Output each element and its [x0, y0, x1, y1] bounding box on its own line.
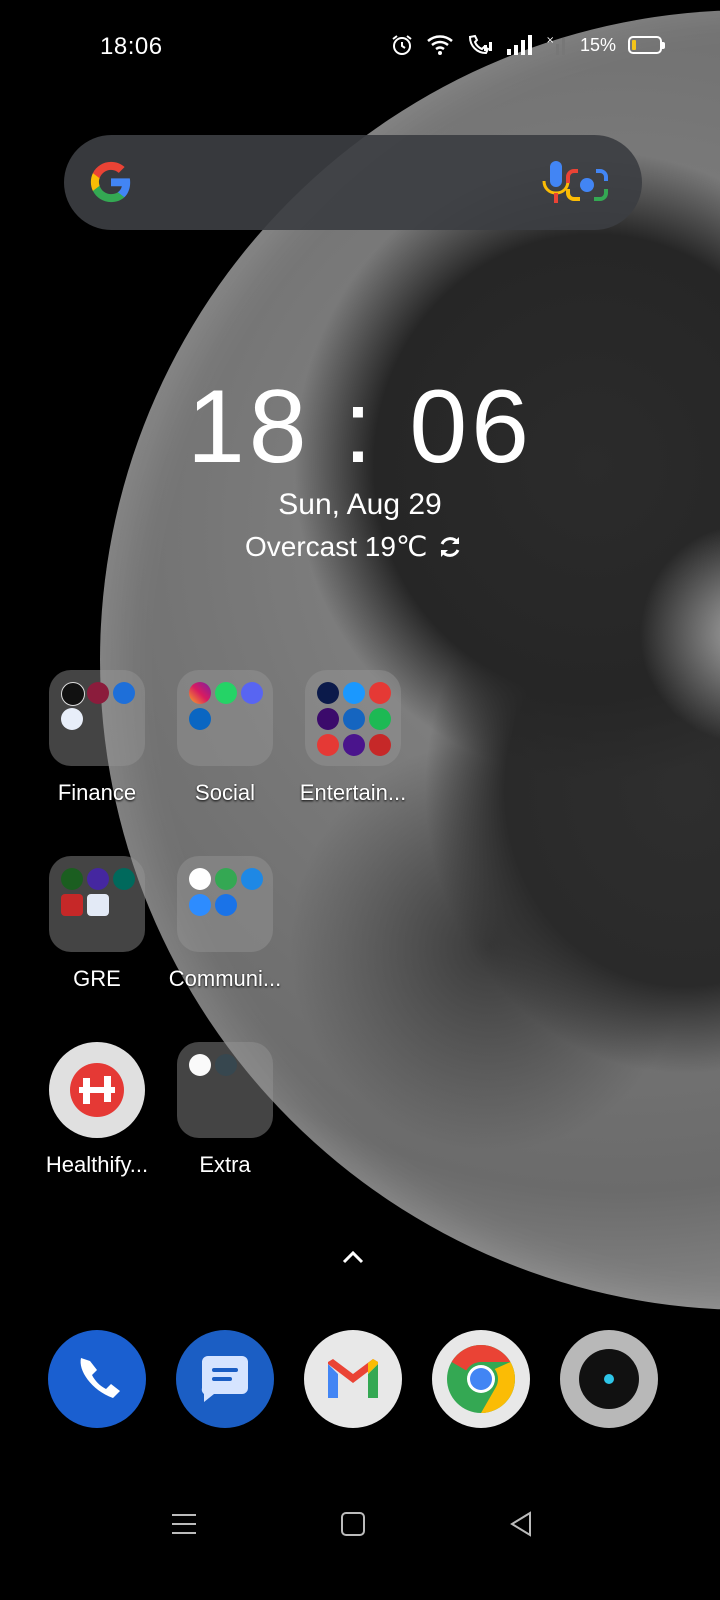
clock-time[interactable]: 18 : 06 — [0, 368, 720, 487]
healthify-logo — [70, 1063, 124, 1117]
gre-app-icon — [87, 868, 109, 890]
lens-icon[interactable] — [566, 165, 608, 205]
zoom-icon — [189, 894, 211, 916]
battery-level — [632, 40, 636, 50]
chrome-icon — [447, 1345, 515, 1413]
folder-social[interactable]: Social — [161, 670, 289, 806]
clock-date: Sun, Aug 29 — [278, 488, 442, 521]
axis-bank-icon — [87, 682, 109, 704]
hotstar-icon — [317, 682, 339, 704]
app-label: Finance — [57, 780, 137, 805]
status-bar: 18:06 × 15% — [0, 0, 720, 95]
contacts-icon — [241, 868, 263, 890]
chevron-up-icon[interactable] — [340, 1248, 366, 1266]
status-icons: × 15% — [390, 33, 665, 57]
app-healthify[interactable]: Healthify... — [33, 1042, 161, 1178]
chrome-app[interactable] — [432, 1330, 530, 1428]
extra-app-icon — [189, 1054, 211, 1076]
home-icon[interactable] — [333, 1500, 373, 1548]
folder-entertainment[interactable]: Entertain... — [289, 670, 417, 806]
indmoney-icon — [61, 682, 85, 706]
messages-icon — [201, 1356, 248, 1402]
phone-app[interactable] — [48, 1330, 146, 1428]
battery-percent: 15% — [579, 34, 616, 55]
messages-app[interactable] — [176, 1330, 274, 1428]
folder-icon — [305, 670, 401, 766]
gre-app-icon — [113, 868, 135, 890]
discord-icon — [241, 682, 263, 704]
app-label: Social — [195, 780, 255, 805]
phone-icon — [80, 1358, 120, 1398]
folder-icon — [177, 670, 273, 766]
wifi-calling-icon — [468, 34, 492, 55]
linkedin-icon — [189, 708, 211, 730]
healthify-icon — [49, 1042, 145, 1138]
folder-gre[interactable]: GRE — [33, 856, 161, 992]
messages-mini-icon — [215, 894, 237, 916]
gmail-icon — [328, 1359, 378, 1398]
youtube-icon — [317, 734, 339, 756]
youtube-icon — [369, 682, 391, 704]
folder-icon — [177, 856, 273, 952]
alarm-icon — [392, 35, 412, 55]
app-label: Healthify... — [45, 1152, 149, 1177]
signal-icon — [506, 35, 532, 55]
weather-text: Overcast 19℃ — [245, 531, 428, 562]
folder-icon — [49, 856, 145, 952]
finance-app-icon — [61, 708, 83, 730]
refresh-icon[interactable] — [437, 534, 463, 560]
signal-no-sim-icon: × — [546, 35, 565, 55]
app-label: Extra — [199, 1152, 251, 1177]
music-icon — [343, 734, 365, 756]
battery-icon — [628, 36, 665, 54]
spotify-icon — [369, 708, 391, 730]
instagram-icon — [189, 682, 211, 704]
svg-text:×: × — [546, 35, 554, 46]
whatsapp-icon — [215, 682, 237, 704]
gre-app-icon — [87, 894, 109, 916]
gre-app-icon — [61, 894, 83, 916]
camera-app[interactable] — [560, 1330, 658, 1428]
sonyliv-icon — [317, 708, 339, 730]
wifi-icon — [427, 35, 453, 55]
app-label: Entertain... — [299, 780, 407, 805]
app-label: Communi... — [168, 966, 282, 991]
prime-video-icon — [343, 682, 365, 704]
camera-icon — [579, 1349, 639, 1409]
folder-extra[interactable]: Extra — [161, 1042, 289, 1178]
meet-icon — [215, 868, 237, 890]
status-time: 18:06 — [100, 33, 163, 60]
folder-communication[interactable]: Communi... — [161, 856, 289, 992]
menu-icon[interactable] — [164, 1500, 204, 1548]
weather-row[interactable]: Overcast 19℃ — [245, 530, 463, 563]
folder-icon — [177, 1042, 273, 1138]
bank-app-icon — [113, 682, 135, 704]
player-icon — [343, 708, 365, 730]
app-label: GRE — [73, 966, 121, 991]
folder-icon — [49, 670, 145, 766]
google-search-bar[interactable] — [64, 135, 642, 230]
gmail-app[interactable] — [304, 1330, 402, 1428]
gre-app-icon — [61, 868, 83, 890]
gmail-mini-icon — [189, 868, 211, 890]
streaming-icon — [369, 734, 391, 756]
back-icon[interactable] — [502, 1500, 542, 1548]
folder-finance[interactable]: Finance — [33, 670, 161, 806]
google-g-icon — [90, 161, 131, 203]
extra-app-icon — [215, 1054, 237, 1076]
